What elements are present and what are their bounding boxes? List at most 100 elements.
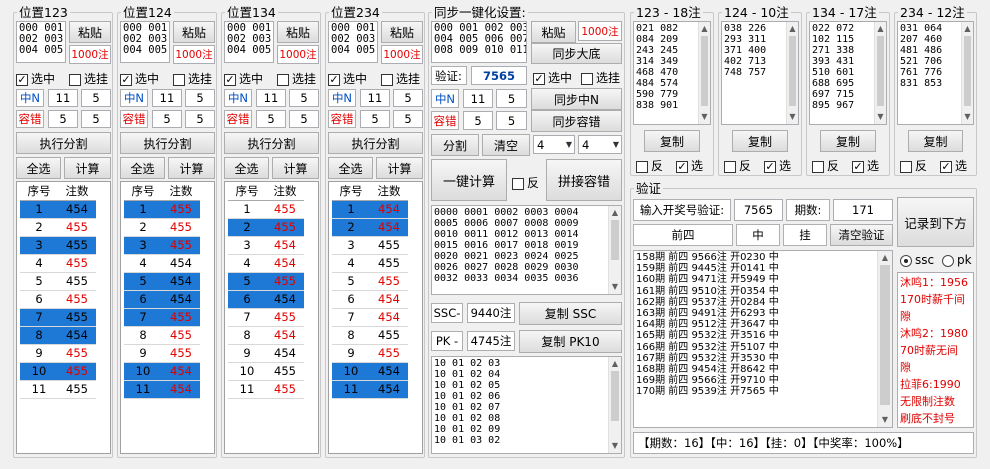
sync-n-value-2[interactable]: 5 [496,89,527,108]
table-row[interactable]: 6 454 [332,290,408,309]
sync-select-hang-checkbox[interactable]: 选挂 [581,69,620,86]
table-row[interactable]: 11 454 [332,380,408,399]
execute-split-button[interactable]: 执行分割 [328,132,423,154]
scroll-thumb[interactable] [611,371,619,421]
table-row[interactable]: 5 454 [124,272,200,291]
table-row[interactable]: 11 455 [20,380,96,399]
table-row[interactable]: 7 455 [228,308,304,327]
scroll-up-icon[interactable]: ▲ [609,357,621,371]
scroll-down-icon[interactable]: ▼ [699,110,710,124]
select-all-button[interactable]: 全选 [16,157,61,179]
scroll-up-icon[interactable]: ▲ [878,251,892,265]
one-key-calc-button[interactable]: 一键计算 [431,159,507,201]
pk-list[interactable]: 10 01 02 03 10 01 02 04 10 01 02 05 10 0… [431,356,622,454]
scroll-thumb[interactable] [964,36,971,106]
scrollbar[interactable]: ▲ ▼ [698,22,710,124]
table-row[interactable]: 8 455 [124,326,200,345]
scroll-down-icon[interactable]: ▼ [878,413,892,427]
table-row[interactable]: 7 455 [20,308,96,327]
paste-button[interactable]: 粘贴 [277,21,319,43]
scrollbar[interactable]: ▲ ▼ [786,22,798,124]
calculate-button[interactable]: 计算 [168,157,215,179]
scrollbar[interactable]: ▲ ▼ [608,357,621,453]
r-value-1[interactable]: 5 [152,110,182,128]
n-value-2[interactable]: 5 [289,89,319,107]
n-value-1[interactable]: 11 [152,89,182,107]
scroll-thumb[interactable] [789,36,796,106]
copy-button[interactable]: 复制 [644,130,700,152]
pk-radio[interactable]: pk [942,253,972,267]
select-all-button[interactable]: 全选 [224,157,269,179]
paste-button[interactable]: 粘贴 [381,21,423,43]
reverse-checkbox[interactable]: 反 [812,157,839,174]
verify-value[interactable]: 7565 [471,66,527,85]
table-row[interactable]: 6 454 [228,290,304,309]
split-button[interactable]: 分割 [431,134,479,156]
table-row[interactable]: 7 454 [332,308,408,327]
scroll-down-icon[interactable]: ▼ [875,110,886,124]
reverse-checkbox[interactable]: 反 [724,157,751,174]
ssc-radio[interactable]: ssc [900,253,934,267]
sync-number-input[interactable]: 000 001 002 003 004 005 006 007 008 009 … [431,21,527,63]
r-value-1[interactable]: 5 [256,110,286,128]
scroll-thumb[interactable] [701,36,708,106]
n-value-1[interactable]: 11 [360,89,390,107]
execute-split-button[interactable]: 执行分割 [16,132,111,154]
n-value-2[interactable]: 5 [393,89,423,107]
r-value-1[interactable]: 5 [360,110,390,128]
n-value-1[interactable]: 11 [256,89,286,107]
select-checkbox[interactable]: ✓ 选 [940,157,967,174]
sync-paste-button[interactable]: 粘贴 [531,21,576,43]
table-row[interactable]: 5 455 [228,272,304,291]
n-value-2[interactable]: 5 [81,89,111,107]
paste-button[interactable]: 粘贴 [69,21,111,43]
number-input[interactable]: 000 001 002 003 004 005 [120,21,170,63]
split-count-dropdown-1[interactable]: 4 ▼ [533,135,575,154]
table-row[interactable]: 9 455 [124,344,200,363]
scroll-thumb[interactable] [877,36,884,106]
scrollbar[interactable]: ▲ ▼ [961,22,973,124]
table-row[interactable]: 1 454 [332,200,408,219]
split-count-dropdown-2[interactable]: 4 ▼ [578,135,622,154]
number-input[interactable]: 000 001 002 003 004 005 [224,21,274,63]
number-input[interactable]: 000 001 002 003 004 005 [328,21,378,63]
select-hang-checkbox[interactable]: 选挂 [173,70,212,87]
scroll-down-icon[interactable]: ▼ [609,439,621,453]
select-hang-checkbox[interactable]: 选挂 [381,70,420,87]
table-row[interactable]: 11 455 [228,380,304,399]
scrollbar[interactable]: ▲ ▼ [877,251,892,427]
period-input[interactable]: 171 [833,199,893,221]
r-value-2[interactable]: 5 [393,110,423,128]
clear-button[interactable]: 清空 [482,134,530,156]
draw-number-input[interactable]: 7565 [734,199,783,221]
table-row[interactable]: 9 454 [228,344,304,363]
table-row[interactable]: 10 455 [20,362,96,381]
scroll-down-icon[interactable]: ▼ [962,110,973,124]
reverse-checkbox[interactable]: 反 [636,157,663,174]
table-row[interactable]: 2 454 [332,218,408,237]
scrollbar[interactable]: ▲ ▼ [874,22,886,124]
record-below-button[interactable]: 记录到下方 [897,197,974,247]
n-value-2[interactable]: 5 [185,89,215,107]
select-checkbox[interactable]: ✓ 选 [852,157,879,174]
table-row[interactable]: 4 455 [20,254,96,273]
sync-r-value-2[interactable]: 5 [496,111,527,130]
scrollbar[interactable]: ▲ ▼ [608,206,621,294]
sync-n-value-1[interactable]: 11 [463,89,493,108]
table-row[interactable]: 5 455 [332,272,408,291]
table-row[interactable]: 10 454 [332,362,408,381]
scroll-up-icon[interactable]: ▲ [962,22,973,36]
select-hang-checkbox[interactable]: 选挂 [277,70,316,87]
table-row[interactable]: 11 454 [124,380,200,399]
select-mid-checkbox[interactable]: ✓ 选中 [16,70,55,87]
copy-pk10-button[interactable]: 复制 PK10 [519,330,622,353]
table-row[interactable]: 4 454 [124,254,200,273]
table-row[interactable]: 6 455 [20,290,96,309]
table-row[interactable]: 10 454 [124,362,200,381]
select-checkbox[interactable]: ✓ 选 [676,157,703,174]
table-row[interactable]: 5 455 [20,272,96,291]
select-mid-checkbox[interactable]: ✓ 选中 [224,70,263,87]
execute-split-button[interactable]: 执行分割 [224,132,319,154]
execute-split-button[interactable]: 执行分割 [120,132,215,154]
scroll-up-icon[interactable]: ▲ [875,22,886,36]
